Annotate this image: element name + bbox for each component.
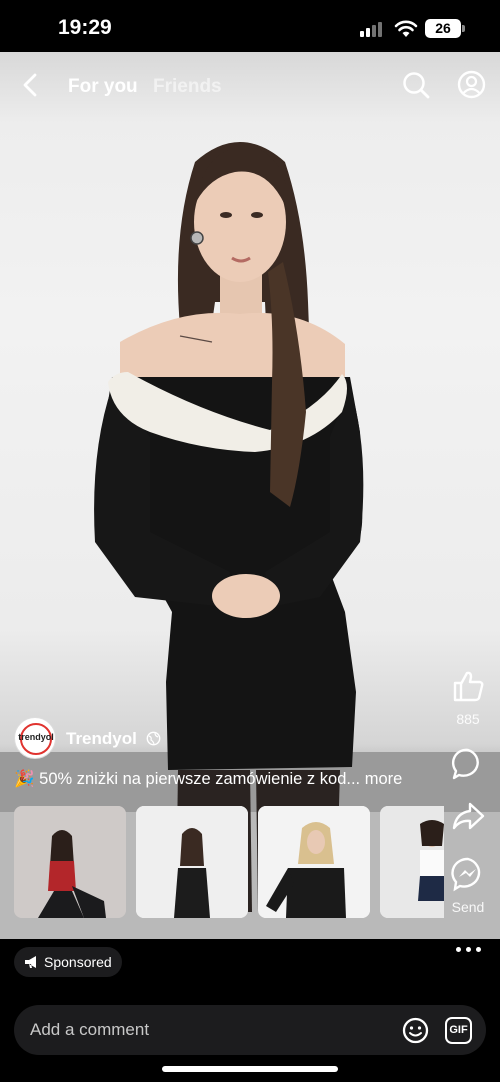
- wifi-icon: [394, 20, 418, 37]
- share-action[interactable]: [436, 798, 500, 839]
- profile-icon[interactable]: [457, 70, 486, 99]
- sponsored-label: Sponsored: [44, 954, 112, 970]
- top-nav: For you Friends: [0, 52, 500, 118]
- send-label: Send: [451, 899, 485, 915]
- home-indicator: [162, 1066, 338, 1072]
- product-image-4: [380, 806, 444, 918]
- comment-icon[interactable]: [450, 746, 486, 782]
- product-card-2[interactable]: [136, 806, 248, 918]
- caption-text: 50% zniżki na pierwsze zamówienie z kod.…: [39, 770, 361, 788]
- product-image-1: [14, 806, 126, 918]
- battery-tip: [462, 25, 465, 32]
- comment-input[interactable]: [30, 1005, 390, 1055]
- sponsored-badge[interactable]: Sponsored: [14, 947, 122, 977]
- messenger-icon[interactable]: [450, 856, 486, 892]
- bottom-bar: Sponsored GIF: [0, 939, 500, 1082]
- globe-icon: [146, 731, 161, 746]
- more-options-icon[interactable]: [456, 945, 482, 955]
- signal-icon: [360, 21, 386, 37]
- like-action[interactable]: 885: [436, 668, 500, 727]
- gif-icon[interactable]: GIF: [445, 1017, 472, 1044]
- battery-icon: 26: [425, 19, 461, 38]
- comment-action[interactable]: [436, 746, 500, 787]
- product-image-2: [136, 806, 248, 918]
- party-emoji: 🎉: [14, 770, 35, 788]
- advertiser-name[interactable]: Trendyol: [66, 729, 137, 749]
- advertiser-logo[interactable]: trendyol: [14, 717, 56, 759]
- tab-for-you[interactable]: For you: [68, 76, 138, 98]
- logo-wordmark: trendyol: [18, 732, 54, 742]
- megaphone-icon: [25, 956, 36, 968]
- comment-bar[interactable]: GIF: [14, 1005, 486, 1055]
- like-count: 885: [456, 711, 480, 727]
- product-image-3: [258, 806, 370, 918]
- caption-more-link[interactable]: more: [365, 770, 403, 788]
- product-card-4[interactable]: [380, 806, 444, 918]
- post-caption[interactable]: 🎉 50% zniżki na pierwsze zamówienie z ko…: [14, 770, 446, 789]
- search-icon[interactable]: [402, 71, 430, 99]
- tab-friends[interactable]: Friends: [153, 76, 222, 98]
- like-icon[interactable]: [450, 668, 486, 704]
- product-carousel[interactable]: [14, 806, 444, 918]
- share-icon[interactable]: [450, 798, 486, 834]
- product-card-1[interactable]: [14, 806, 126, 918]
- product-card-3[interactable]: [258, 806, 370, 918]
- status-time: 19:29: [58, 16, 112, 39]
- back-icon[interactable]: [18, 72, 44, 98]
- send-action[interactable]: Send: [436, 856, 500, 915]
- emoji-icon[interactable]: [402, 1017, 429, 1044]
- status-bar: 19:29 26: [0, 0, 500, 52]
